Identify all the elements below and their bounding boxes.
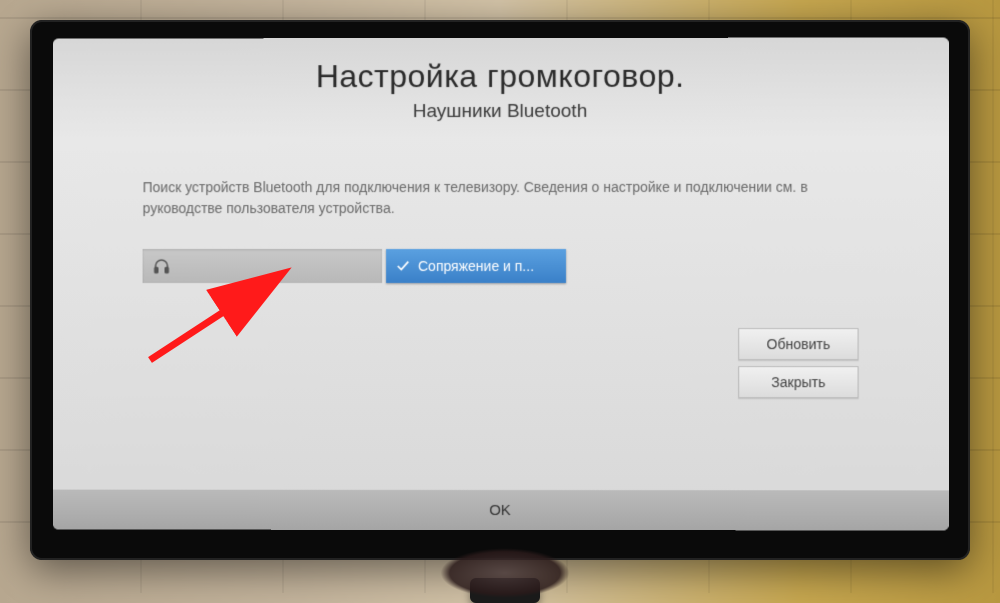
close-button[interactable]: Закрыть bbox=[738, 366, 858, 398]
checkmark-icon bbox=[396, 259, 410, 273]
side-buttons: Обновить Закрыть bbox=[738, 328, 858, 398]
tv-frame: Настройка громкоговор. Наушники Bluetoot… bbox=[30, 20, 970, 560]
physical-headphones bbox=[440, 548, 570, 598]
page-subtitle: Наушники Bluetooth bbox=[53, 101, 949, 124]
description-text: Поиск устройств Bluetooth для подключени… bbox=[143, 177, 859, 219]
ok-button[interactable]: OK bbox=[53, 490, 949, 531]
device-list: Сопряжение и п... bbox=[143, 249, 859, 283]
page-title: Настройка громкоговор. bbox=[53, 58, 949, 96]
tv-screen: Настройка громкоговор. Наушники Bluetoot… bbox=[53, 38, 949, 531]
pair-button-label: Сопряжение и п... bbox=[418, 258, 534, 274]
headphones-icon bbox=[153, 257, 171, 275]
header: Настройка громкоговор. Наушники Bluetoot… bbox=[53, 38, 949, 138]
refresh-button[interactable]: Обновить bbox=[738, 328, 858, 360]
pair-button[interactable]: Сопряжение и п... bbox=[386, 249, 566, 283]
bluetooth-device-item[interactable] bbox=[143, 249, 382, 283]
